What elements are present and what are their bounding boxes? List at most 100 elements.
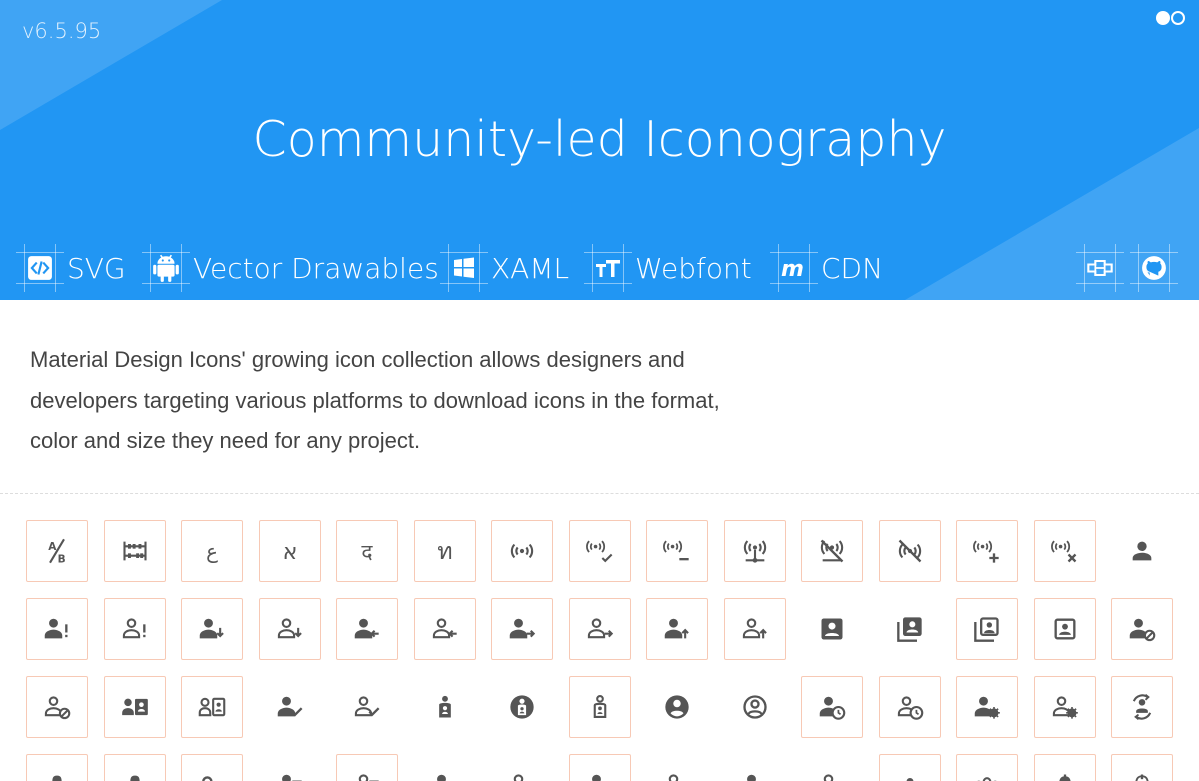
icon-tile[interactable] [879, 520, 941, 582]
icon-tile[interactable] [646, 598, 708, 660]
icon-tile[interactable] [1034, 598, 1096, 660]
icon-tile[interactable] [879, 598, 941, 660]
account-box-multiple-icon [897, 617, 922, 642]
icon-tile[interactable] [491, 598, 553, 660]
icon-tile[interactable] [104, 676, 166, 738]
account-edit-icon [437, 774, 446, 781]
account-card-icon [122, 698, 148, 716]
icon-tile[interactable] [26, 676, 88, 738]
account-clock-icon [819, 696, 846, 720]
account-card-outline-icon [198, 697, 226, 717]
icon-tile[interactable] [646, 754, 708, 781]
icon-tile[interactable] [569, 754, 631, 781]
icon-tile[interactable] [336, 598, 398, 660]
theme-toggle[interactable] [1156, 11, 1186, 25]
intro-line: developers targeting various platforms t… [30, 387, 720, 413]
icon-tile[interactable] [1034, 676, 1096, 738]
account-convert-icon [1132, 694, 1152, 720]
access-point-off-icon [898, 539, 922, 563]
icon-tile[interactable] [181, 754, 243, 781]
icon-tile[interactable] [646, 520, 708, 582]
format-webfont-link[interactable]: Webfont [584, 240, 752, 296]
account-eye-outline-icon [668, 774, 679, 781]
icon-tile[interactable] [569, 520, 631, 582]
account-arrow-left-icon [354, 618, 379, 639]
icon-tile[interactable] [181, 676, 243, 738]
icon-tile[interactable]: ع [181, 520, 243, 582]
icon-tile[interactable]: AB [26, 520, 88, 582]
icon-tile[interactable] [879, 676, 941, 738]
account-alert-outline-icon [122, 618, 146, 639]
icon-tile[interactable] [801, 520, 863, 582]
icon-tile[interactable] [104, 754, 166, 781]
icon-tile[interactable] [104, 520, 166, 582]
icon-tile[interactable] [26, 754, 88, 781]
icon-tile[interactable] [414, 676, 476, 738]
icon-tile[interactable] [646, 676, 708, 738]
account-edit-outline-icon [513, 774, 524, 781]
icon-tile[interactable] [336, 754, 398, 781]
puzzle-tiles-link[interactable] [1076, 240, 1124, 296]
icon-tile[interactable] [956, 754, 1018, 781]
icon-tile[interactable] [181, 598, 243, 660]
icon-tile[interactable] [1111, 676, 1173, 738]
account-arrow-down-outline-icon [277, 618, 302, 639]
windows-icon [440, 244, 488, 292]
format-svg-link[interactable]: SVG [16, 240, 126, 296]
cdn-icon: m [770, 244, 818, 292]
icon-tile[interactable]: א [259, 520, 321, 582]
font-icon [584, 244, 632, 292]
icon-tile[interactable] [1111, 754, 1173, 781]
github-link[interactable] [1130, 240, 1178, 296]
svg-text:B: B [58, 554, 66, 565]
icon-tile[interactable] [26, 598, 88, 660]
icon-tile[interactable] [1111, 520, 1173, 582]
icon-tile[interactable] [491, 754, 553, 781]
account-arrow-right-icon [509, 618, 536, 639]
icon-tile[interactable] [414, 754, 476, 781]
account-circle-outline-icon [743, 695, 767, 719]
icon-tile[interactable] [491, 520, 553, 582]
icon-tile[interactable]: द [336, 520, 398, 582]
icon-tile[interactable] [1034, 520, 1096, 582]
icon-tile[interactable] [569, 676, 631, 738]
icon-tile[interactable] [956, 520, 1018, 582]
icon-tile[interactable] [1111, 598, 1173, 660]
icon-tile[interactable] [336, 676, 398, 738]
icon-tile[interactable] [259, 754, 321, 781]
account-arrow-right-outline-icon [587, 618, 614, 639]
icon-tile[interactable] [1034, 754, 1096, 781]
icon-tile[interactable] [491, 676, 553, 738]
icon-tile[interactable] [569, 598, 631, 660]
icon-tile[interactable] [801, 754, 863, 781]
account-arrow-up-icon [664, 618, 689, 639]
format-cdn-link[interactable]: m CDN [770, 240, 883, 296]
icon-tile[interactable] [801, 598, 863, 660]
icon-tile[interactable] [104, 598, 166, 660]
icon-tile[interactable]: ท [414, 520, 476, 582]
icon-tile[interactable] [724, 676, 786, 738]
icon-tile[interactable] [259, 598, 321, 660]
code-icon [16, 244, 64, 292]
icon-tile[interactable] [414, 598, 476, 660]
icon-tile[interactable] [259, 676, 321, 738]
icon-tile[interactable] [724, 598, 786, 660]
access-point-icon [510, 543, 534, 559]
format-vector-drawables-link[interactable]: Vector Drawables [142, 240, 439, 296]
intro-text: Material Design Icons' growing icon coll… [30, 340, 790, 462]
icon-tile[interactable] [801, 676, 863, 738]
abugida-thai-icon: ท [437, 537, 452, 565]
access-point-check-icon [586, 540, 613, 563]
format-xaml-link[interactable]: XAML [440, 240, 569, 296]
svg-text:ع: ع [206, 540, 218, 563]
format-label: Vector Drawables [193, 251, 439, 285]
icon-tile[interactable] [724, 754, 786, 781]
icon-tile[interactable] [956, 598, 1018, 660]
hero-links [1076, 240, 1184, 296]
icon-tile[interactable] [724, 520, 786, 582]
toggle-off-knob [1171, 11, 1185, 25]
hero-banner: v6.5.95 Community-led Iconography SVG Ve… [0, 0, 1199, 300]
icon-tile[interactable] [879, 754, 941, 781]
icon-tile[interactable] [956, 676, 1018, 738]
android-icon [142, 244, 190, 292]
